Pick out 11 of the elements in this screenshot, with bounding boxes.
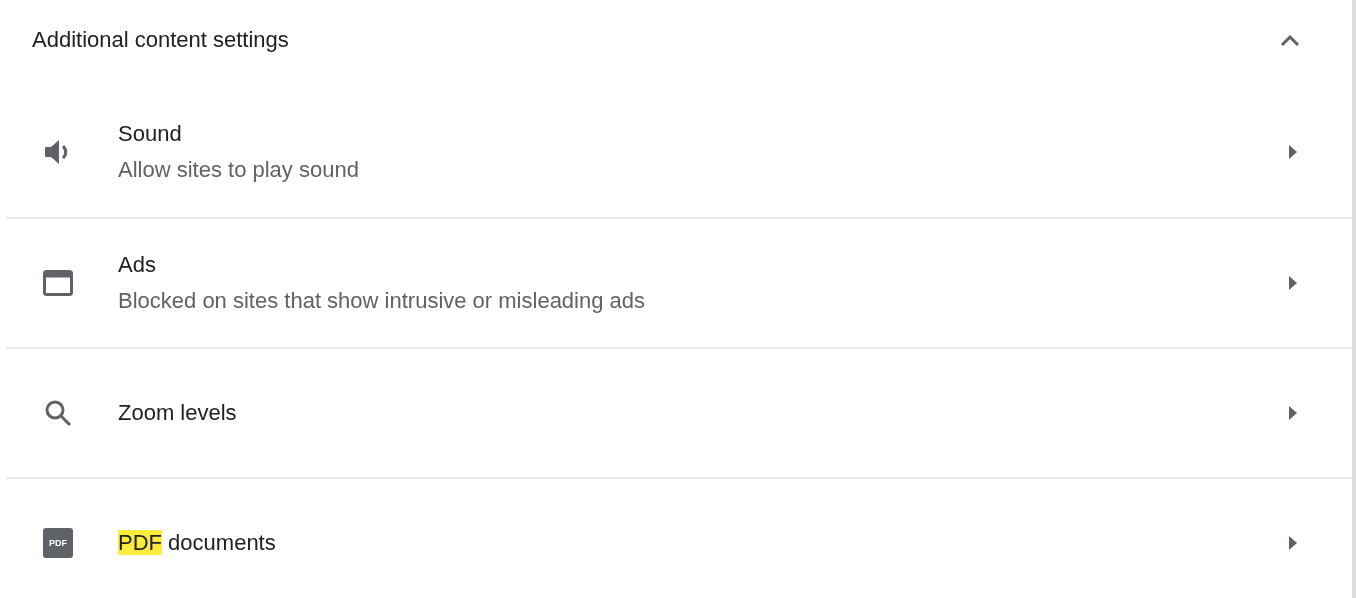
caret-icon[interactable] [1280,32,1300,47]
setting-title: Sound [118,121,183,147]
section-title: Additional content settings [32,26,289,53]
setting-title: Ads [118,252,157,278]
setting-title: PDF documents [118,530,277,556]
pdf-icon: PDF [43,528,73,558]
setting-description: Allow sites to play sound [118,157,360,183]
setting-title: Zoom levels [118,400,238,426]
browser-window-icon [43,270,73,296]
setting-description: Blocked on sites that show intrusive or misleading ads [118,288,647,314]
search-icon [43,398,73,428]
